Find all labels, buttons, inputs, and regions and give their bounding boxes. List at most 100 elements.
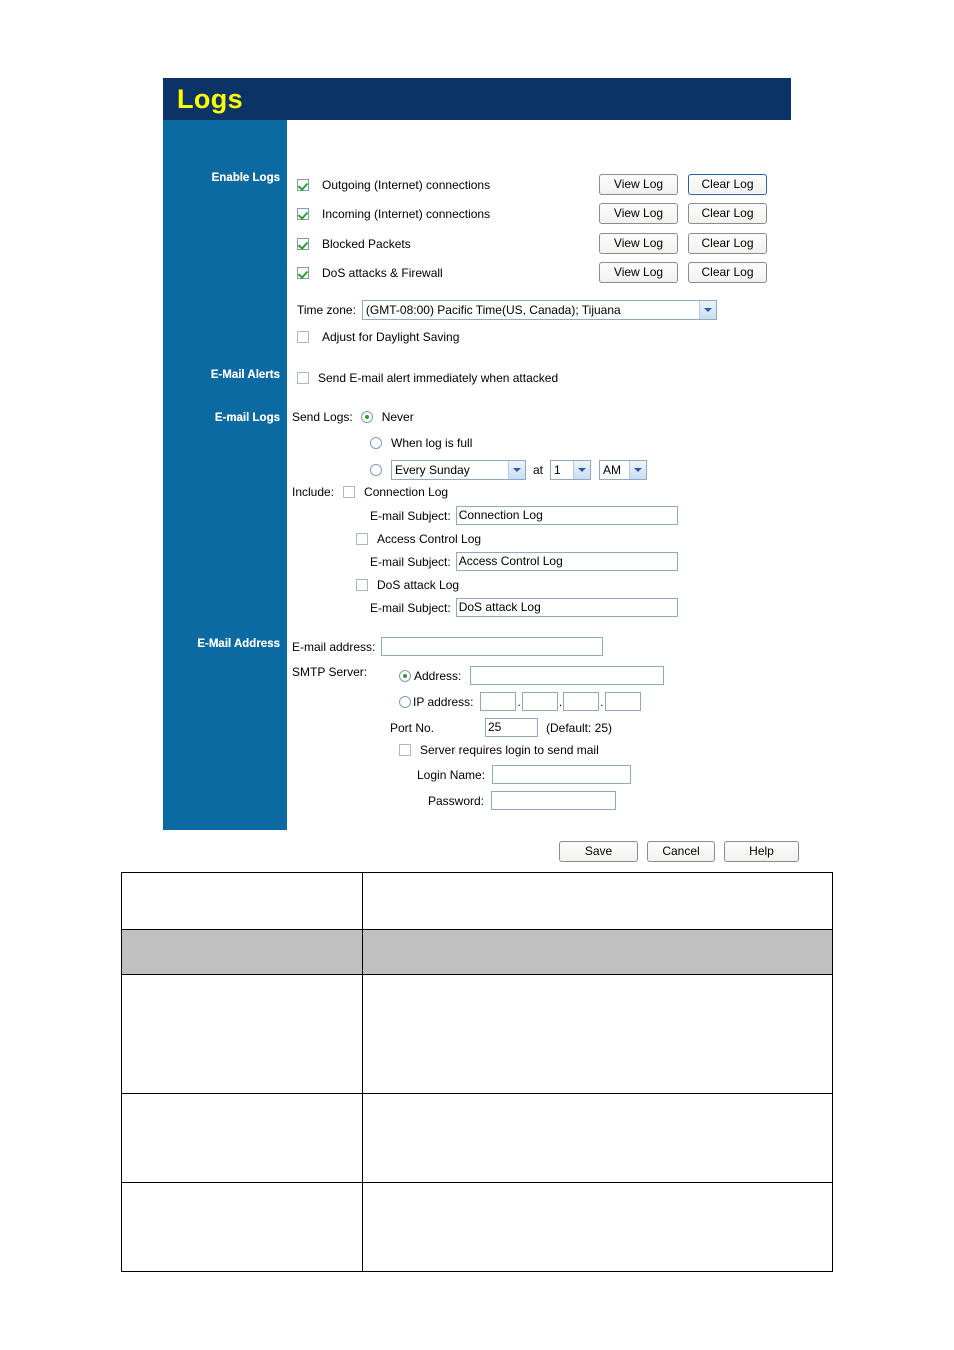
login-name-row: Login Name:: [417, 765, 632, 784]
timezone-label: Time zone:: [297, 303, 356, 317]
schedule-ampm-value: AM: [603, 463, 622, 477]
table-cell-field: [121, 872, 363, 930]
sidebar-section-enable-logs: Enable Logs: [211, 172, 280, 184]
timezone-select[interactable]: (GMT-08:00) Pacific Time(US, Canada); Ti…: [361, 300, 717, 320]
connection-log-checkbox[interactable]: [343, 486, 356, 498]
password-row: Password:: [417, 791, 616, 810]
smtp-ip-row: IP address: . . .: [399, 692, 641, 711]
view-log-button-blocked[interactable]: View Log: [599, 233, 678, 254]
access-control-log-subject-input[interactable]: Access Control Log: [455, 552, 678, 571]
daylight-saving-label: Adjust for Daylight Saving: [322, 330, 460, 344]
schedule-day-select[interactable]: Every Sunday: [391, 460, 526, 480]
dos-attack-log-subject-input[interactable]: DoS attack Log: [455, 598, 678, 617]
email-address-input[interactable]: [381, 637, 604, 656]
clear-log-button-blocked[interactable]: Clear Log: [688, 233, 767, 254]
save-button[interactable]: Save: [559, 841, 638, 862]
send-logs-radio-schedule[interactable]: [370, 464, 382, 476]
port-no-label: Port No.: [390, 720, 435, 735]
send-logs-radio-when-full[interactable]: [370, 437, 382, 449]
schedule-day-value: Every Sunday: [395, 463, 470, 477]
schedule-at-label: at: [533, 463, 544, 477]
daylight-saving-checkbox[interactable]: [297, 331, 309, 343]
ip-separator-1: .: [517, 694, 521, 709]
smtp-address-radio[interactable]: [399, 669, 411, 682]
connection-log-label: Connection Log: [364, 485, 449, 499]
port-no-input[interactable]: 25: [485, 718, 538, 737]
clear-log-button-incoming[interactable]: Clear Log: [688, 203, 767, 224]
daylight-saving-row: Adjust for Daylight Saving: [297, 330, 459, 344]
clear-log-button-dos[interactable]: Clear Log: [688, 262, 767, 283]
smtp-ip-radio[interactable]: [399, 695, 411, 708]
table-cell-description: [362, 1093, 833, 1183]
enable-log-row-dos: DoS attacks & Firewall: [297, 266, 443, 280]
send-logs-label: Send Logs:: [292, 410, 353, 424]
view-log-button-incoming[interactable]: View Log: [599, 203, 678, 224]
dos-attack-log-checkbox[interactable]: [356, 579, 368, 591]
panel-header: Logs: [163, 78, 791, 120]
send-logs-when-full-label: When log is full: [391, 436, 473, 450]
ip-octet-1-input[interactable]: [480, 692, 517, 711]
schedule-hour-value: 1: [554, 463, 561, 477]
view-log-button-outgoing[interactable]: View Log: [599, 174, 678, 195]
table-cell-field: [121, 1093, 363, 1183]
blocked-packets-label: Blocked Packets: [322, 237, 411, 251]
help-button[interactable]: Help: [724, 841, 799, 862]
email-address-row: E-mail address:: [292, 637, 604, 656]
include-label: Include:: [292, 485, 335, 499]
send-logs-row-never: Send Logs: Never: [292, 410, 414, 424]
ip-separator-3: .: [600, 694, 604, 709]
port-no-row: Port No. 25 (Default: 25): [390, 718, 612, 737]
panel-body: Enable Logs E-Mail Alerts E-mail Logs E-…: [163, 120, 799, 862]
ip-octet-3-input[interactable]: [563, 692, 600, 711]
cancel-button[interactable]: Cancel: [647, 841, 715, 862]
table-row: [121, 1093, 833, 1183]
view-log-button-dos[interactable]: View Log: [599, 262, 678, 283]
chevron-down-icon: [508, 461, 525, 479]
sidebar-section-email-address: E-Mail Address: [197, 638, 280, 650]
smtp-ip-label: IP address:: [413, 694, 474, 709]
table-cell-description: [362, 872, 833, 930]
chevron-down-icon: [573, 461, 591, 479]
description-table-body: [121, 872, 833, 1272]
description-table: [121, 872, 833, 1272]
send-logs-radio-never[interactable]: [360, 411, 373, 423]
connection-log-subject-label: E-mail Subject:: [370, 508, 451, 523]
blocked-packets-checkbox[interactable]: [297, 238, 309, 250]
table-cell-field: [121, 1182, 363, 1272]
include-row-connection-log: Include: Connection Log: [292, 485, 448, 499]
sidebar: Enable Logs E-Mail Alerts E-mail Logs E-…: [163, 120, 287, 830]
include-row-dos-attack-log: DoS attack Log: [356, 578, 459, 592]
requires-login-label: Server requires login to send mail: [420, 743, 599, 757]
smtp-address-label: Address:: [414, 668, 462, 683]
sidebar-section-email-alerts: E-Mail Alerts: [210, 369, 280, 381]
sidebar-section-email-logs: E-mail Logs: [214, 412, 280, 424]
password-input[interactable]: [491, 791, 616, 810]
outgoing-connections-label: Outgoing (Internet) connections: [322, 178, 491, 192]
send-email-alert-checkbox[interactable]: [297, 372, 309, 384]
ip-separator-2: .: [558, 694, 563, 709]
login-name-input[interactable]: [492, 765, 632, 784]
dos-attack-log-subject-label: E-mail Subject:: [370, 600, 451, 615]
connection-log-subject-row: E-mail Subject: Connection Log: [370, 506, 678, 525]
requires-login-checkbox[interactable]: [399, 744, 411, 756]
logs-config-panel: Logs Enable Logs E-Mail Alerts E-mail Lo…: [163, 78, 799, 862]
connection-log-subject-input[interactable]: Connection Log: [455, 506, 678, 525]
ip-octet-2-input[interactable]: [521, 692, 558, 711]
dos-attack-log-subject-row: E-mail Subject: DoS attack Log: [370, 598, 678, 617]
dos-attacks-checkbox[interactable]: [297, 267, 309, 279]
table-cell-description: [362, 929, 833, 975]
password-label: Password:: [427, 793, 484, 808]
schedule-ampm-select[interactable]: AM: [599, 460, 648, 480]
timezone-row: Time zone: (GMT-08:00) Pacific Time(US, …: [297, 300, 717, 320]
ip-octet-4-input[interactable]: [604, 692, 641, 711]
send-logs-row-when-full: When log is full: [370, 436, 472, 450]
schedule-hour-select[interactable]: 1: [550, 460, 592, 480]
table-cell-description: [362, 1182, 833, 1272]
smtp-address-input[interactable]: [470, 666, 665, 685]
clear-log-button-outgoing[interactable]: Clear Log: [688, 174, 767, 195]
incoming-connections-checkbox[interactable]: [297, 208, 309, 220]
outgoing-connections-checkbox[interactable]: [297, 179, 309, 191]
timezone-select-value: (GMT-08:00) Pacific Time(US, Canada); Ti…: [365, 303, 621, 317]
table-cell-field: [121, 974, 363, 1094]
access-control-log-checkbox[interactable]: [356, 533, 368, 545]
